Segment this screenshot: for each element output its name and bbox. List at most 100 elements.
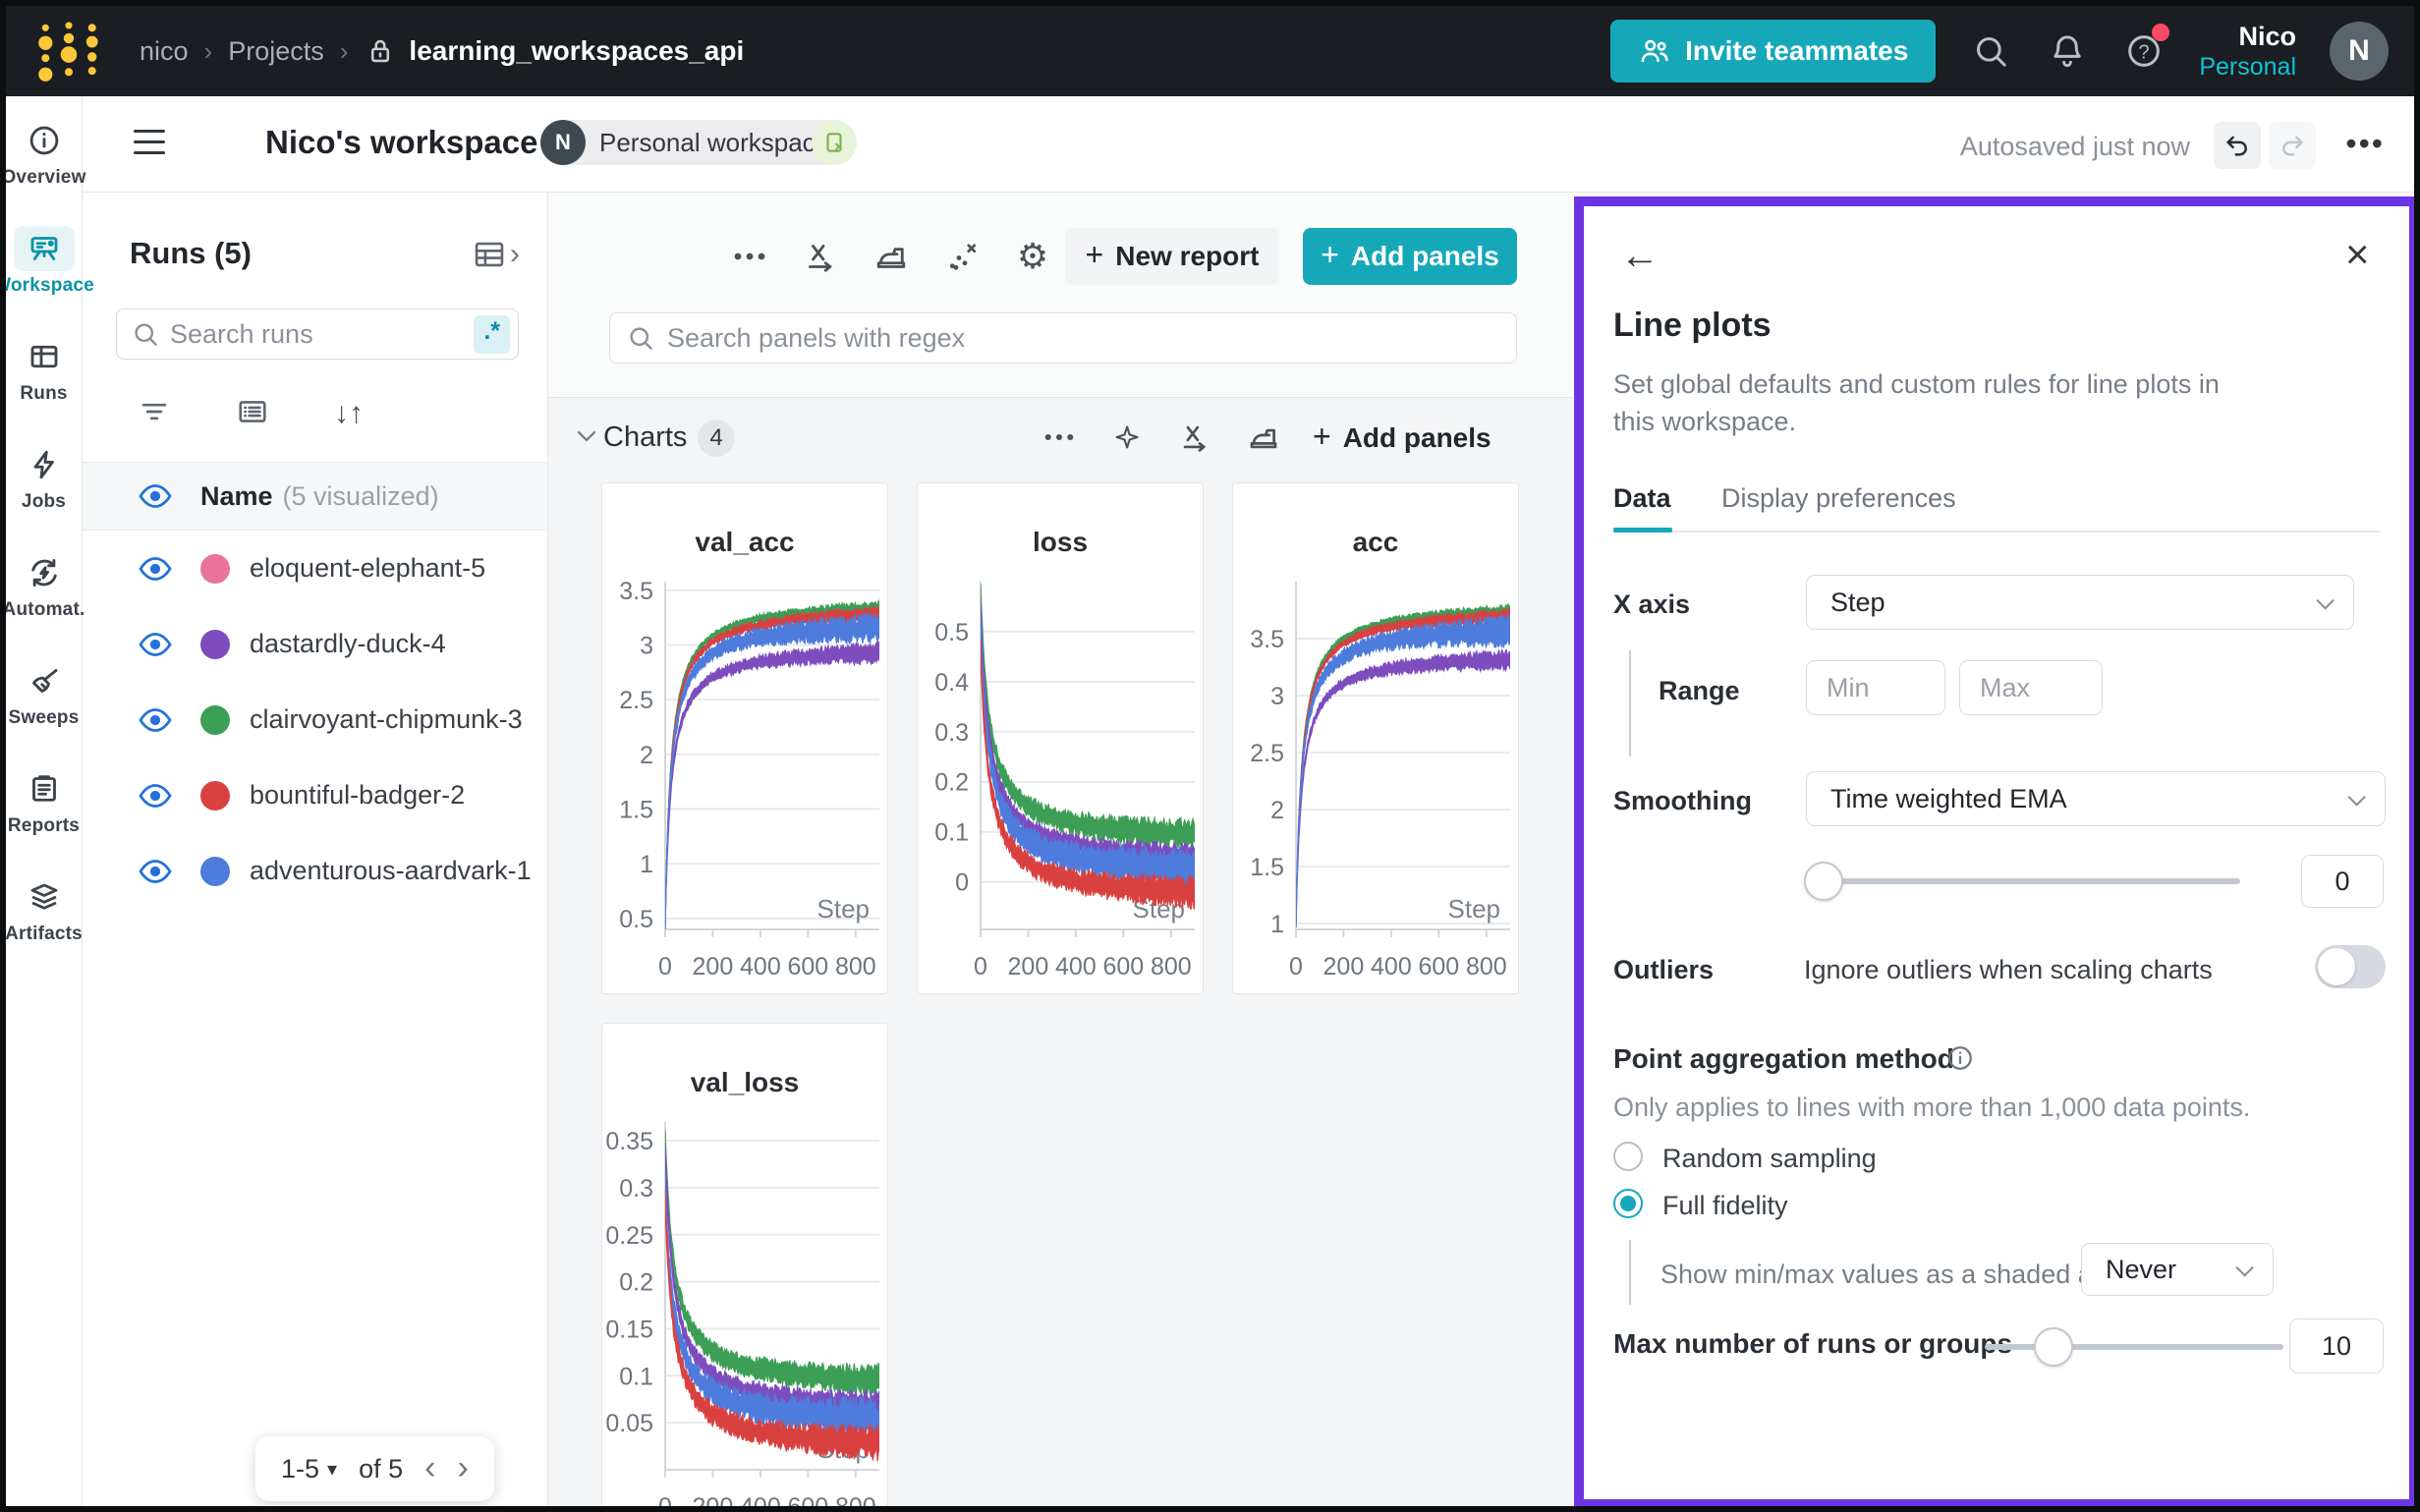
search-icon[interactable] [1969,29,2012,73]
run-name[interactable]: bountiful-badger-2 [250,780,465,811]
max-runs-value-box[interactable]: 10 [2289,1318,2384,1373]
group-list-icon[interactable] [236,397,269,431]
prev-page-button[interactable]: ‹ [424,1455,435,1482]
more-menu-icon[interactable] [1038,416,1081,459]
avatar[interactable]: N [2330,22,2389,81]
line-chart-acc[interactable]: 11.522.533.50200400600800Step [1233,568,1520,990]
sidebar-item-reports[interactable]: Reports [6,766,82,837]
undo-button[interactable] [2214,122,2261,169]
notifications-bell-icon[interactable] [2046,29,2089,73]
range-min-input[interactable] [1806,660,1945,715]
menu-hamburger-icon[interactable] [134,130,165,162]
workspace-share-icon[interactable] [812,120,857,165]
max-runs-slider-handle[interactable] [2034,1327,2073,1367]
outliers-toggle[interactable] [2315,945,2386,988]
settings-gear-icon[interactable]: ⚙ [1010,234,1055,279]
svg-text:1: 1 [1270,911,1284,938]
smoothing-value-box[interactable]: 0 [2301,855,2384,908]
wandb-logo-icon[interactable] [33,20,104,83]
line-chart-val-acc[interactable]: 0.511.522.533.50200400600800Step [602,568,889,990]
runs-search-input[interactable] [170,319,474,350]
run-row[interactable]: dastardly-duck-4 [83,606,547,682]
breadcrumb-project[interactable]: learning_workspaces_api [409,35,744,67]
smoothing-slider-handle[interactable] [1804,862,1843,901]
x-axis-settings-icon[interactable] [798,234,843,279]
tab-display-preferences[interactable]: Display preferences [1721,483,1956,514]
eye-icon[interactable] [138,782,173,810]
run-row[interactable]: adventurous-aardvark-1 [83,833,547,909]
x-axis-settings-icon[interactable] [1173,416,1216,459]
chart-panel-val-acc[interactable]: val_acc 0.511.522.533.50200400600800Step [601,482,888,994]
eye-icon[interactable] [138,482,173,510]
max-runs-slider-track[interactable] [1985,1344,2283,1350]
eye-icon[interactable] [138,706,173,734]
smoothing-slider-track[interactable] [1820,878,2240,884]
radio-random-sampling-label[interactable]: Random sampling [1662,1144,1877,1174]
badge-label: Personal workspace [599,128,829,158]
smoothing-select[interactable]: Time weighted EMA [1806,771,2386,826]
chart-panel-acc[interactable]: acc 11.522.533.50200400600800Step [1232,482,1519,994]
add-panels-button[interactable]: + Add panels [1303,228,1517,285]
x-axis-select[interactable]: Step [1806,575,2354,630]
sidebar-item-workspace[interactable]: Workspace [6,226,82,297]
workspace-owner-badge[interactable]: N Personal workspace [540,120,853,165]
chevron-right-icon: › [510,238,520,271]
radio-random-sampling[interactable] [1613,1142,1643,1171]
line-chart-loss[interactable]: 00.10.20.30.40.50200400600800Step [918,568,1205,990]
close-icon[interactable]: × [2345,234,2370,275]
help-icon[interactable]: ? [2122,29,2166,73]
section-add-panels-button[interactable]: + Add panels [1313,421,1491,455]
breadcrumb-user[interactable]: nico [140,36,189,67]
run-row[interactable]: clairvoyant-chipmunk-3 [83,682,547,757]
panels-search-input[interactable] [667,323,1500,354]
radio-full-fidelity[interactable] [1613,1189,1643,1218]
next-page-button[interactable]: › [457,1455,468,1482]
page-range-dropdown[interactable]: 1-5 ▾ [281,1454,337,1484]
line-chart-val-loss[interactable]: 0.050.10.150.20.250.30.350200400600800St… [602,1108,889,1512]
run-name[interactable]: clairvoyant-chipmunk-3 [250,704,523,735]
sidebar-item-overview[interactable]: Overview [6,118,82,189]
run-name[interactable]: eloquent-elephant-5 [250,553,485,584]
new-report-button[interactable]: + New report [1065,228,1279,285]
redo-button[interactable] [2269,122,2316,169]
filter-icon[interactable] [138,397,171,431]
sidebar-item-jobs[interactable]: Jobs [6,442,82,513]
run-row[interactable]: eloquent-elephant-5 [83,531,547,606]
open-runs-table-button[interactable]: › [473,238,520,271]
run-name[interactable]: adventurous-aardvark-1 [250,856,532,886]
zoom-sparkle-icon[interactable] [1104,416,1148,459]
smoothing-iron-icon[interactable] [869,234,914,279]
svg-text:Step: Step [1448,894,1501,924]
back-arrow-icon[interactable]: ← [1620,236,1660,275]
run-name[interactable]: dastardly-duck-4 [250,629,446,659]
search-icon [626,323,655,353]
runs-column-name[interactable]: Name [200,481,273,512]
header-more-menu-icon[interactable]: ••• [2345,126,2385,162]
shaded-area-select[interactable]: Never [2081,1243,2274,1296]
sidebar-item-artifacts[interactable]: Artifacts [6,874,82,945]
invite-teammates-button[interactable]: Invite teammates [1610,20,1936,83]
chart-panel-loss[interactable]: loss 00.10.20.30.40.50200400600800Step [917,482,1204,994]
user-menu[interactable]: Nico Personal [2199,21,2296,82]
regex-toggle-button[interactable]: .* [474,315,510,354]
svg-text:200: 200 [693,953,734,980]
chart-panel-val-loss[interactable]: val_loss 0.050.10.150.20.250.30.35020040… [601,1023,888,1512]
more-menu-icon[interactable] [727,234,772,279]
tab-data[interactable]: Data [1613,483,1671,514]
sidebar-item-runs[interactable]: Runs [6,334,82,405]
sidebar-item-automations[interactable]: Automat. [6,550,82,621]
breadcrumb-section[interactable]: Projects [228,36,324,67]
radio-full-fidelity-label[interactable]: Full fidelity [1662,1191,1788,1221]
sidebar-item-sweeps[interactable]: Sweeps [6,658,82,729]
run-row[interactable]: bountiful-badger-2 [83,757,547,833]
collapse-chevron-icon[interactable] [576,429,597,448]
outliers-scatter-icon[interactable] [939,234,985,279]
smoothing-iron-icon[interactable] [1242,416,1285,459]
eye-icon[interactable] [138,631,173,658]
range-max-input[interactable] [1959,660,2103,715]
info-icon[interactable] [1945,1043,1975,1078]
sort-icon[interactable]: ↓↑ [334,397,364,431]
eye-icon[interactable] [138,858,173,885]
eye-icon[interactable] [138,555,173,583]
charts-section-title[interactable]: Charts [603,421,687,454]
